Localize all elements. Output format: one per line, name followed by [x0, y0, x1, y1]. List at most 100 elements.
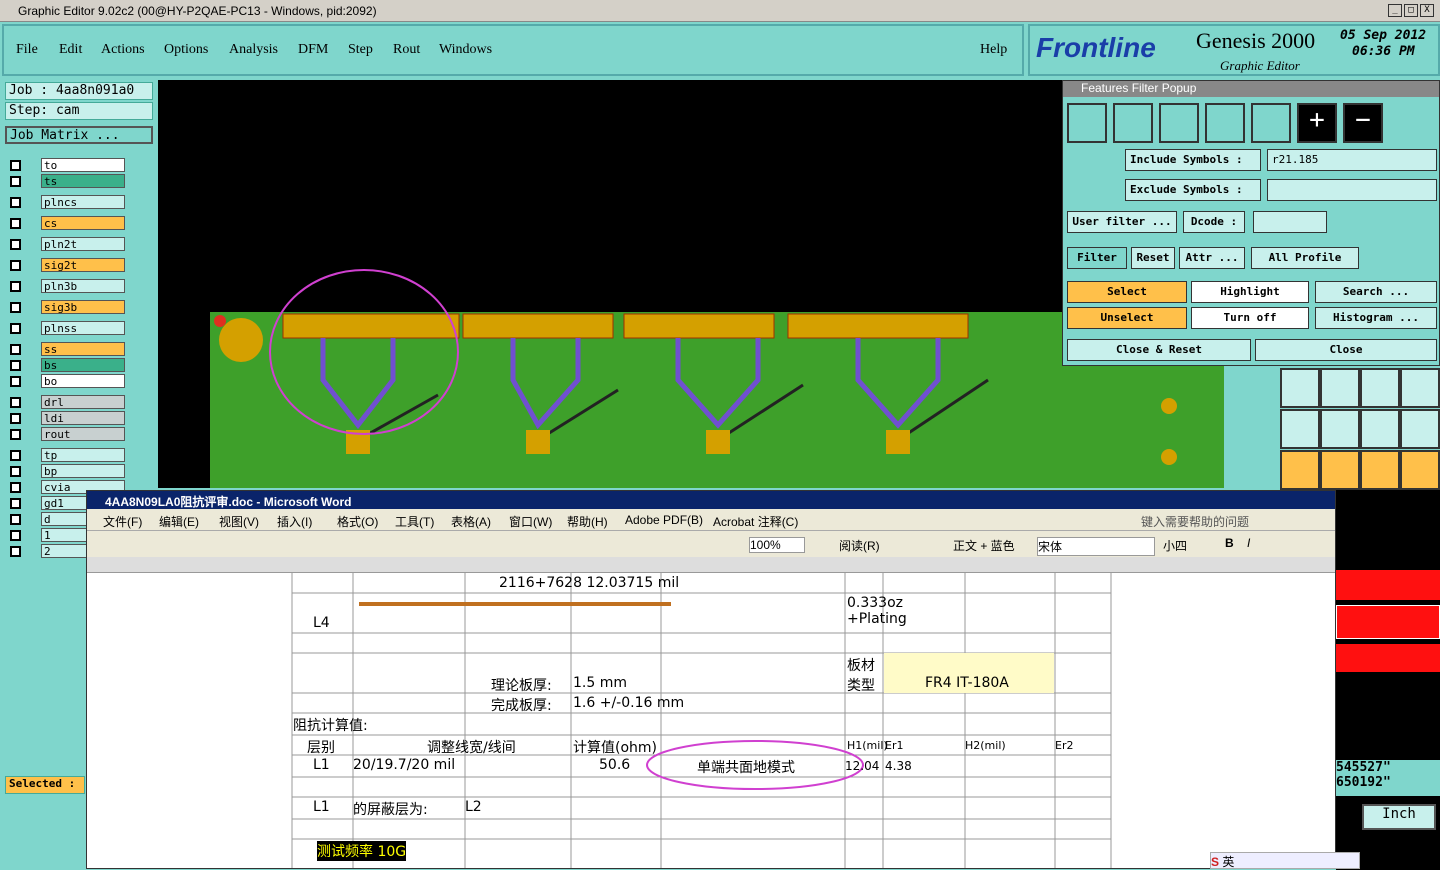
layer-row-tp[interactable]: tp: [8, 448, 128, 463]
menu-rout[interactable]: Rout: [393, 42, 420, 58]
menu-analysis[interactable]: Analysis: [229, 42, 278, 58]
wmenu-insert[interactable]: 插入(I): [277, 513, 312, 530]
layer-checkbox[interactable]: [10, 176, 21, 187]
zoom-select[interactable]: 100%: [749, 537, 805, 553]
layer-row-ss[interactable]: ss: [8, 342, 128, 357]
layer-checkbox[interactable]: [10, 281, 21, 292]
unselect-button[interactable]: Unselect: [1067, 307, 1187, 329]
layer-row-pln3b[interactable]: pln3b: [8, 279, 128, 294]
exclude-symbols-button[interactable]: Exclude Symbols :: [1125, 179, 1261, 201]
menu-options[interactable]: Options: [164, 42, 208, 58]
menu-file[interactable]: File: [16, 42, 38, 58]
wmenu-window[interactable]: 窗口(W): [509, 513, 552, 530]
menu-edit[interactable]: Edit: [59, 42, 82, 58]
layer-row-sig2t[interactable]: sig2t: [8, 258, 128, 273]
surface-icon[interactable]: [1159, 103, 1199, 143]
layer-name[interactable]: ss: [41, 342, 125, 356]
layer-name[interactable]: sig3b: [41, 300, 125, 314]
minus-icon[interactable]: −: [1343, 103, 1383, 143]
user-filter-button[interactable]: User filter ...: [1067, 211, 1177, 233]
wmenu-format[interactable]: 格式(O): [337, 513, 378, 530]
search-button[interactable]: Search ...: [1315, 281, 1437, 303]
layer-row-plncs[interactable]: plncs: [8, 195, 128, 210]
layer-row-bo[interactable]: bo: [8, 374, 128, 389]
layer-checkbox[interactable]: [10, 323, 21, 334]
layer-checkbox[interactable]: [10, 450, 21, 461]
dcode-button[interactable]: Dcode :: [1183, 211, 1245, 233]
menu-step[interactable]: Step: [348, 42, 373, 58]
layer-name[interactable]: pln2t: [41, 237, 125, 251]
plus-icon[interactable]: +: [1297, 103, 1337, 143]
layer-name[interactable]: bp: [41, 464, 125, 478]
layer-checkbox[interactable]: [10, 466, 21, 477]
layer-checkbox[interactable]: [10, 360, 21, 371]
line-icon[interactable]: [1320, 368, 1360, 408]
layer-row-drl[interactable]: drl: [8, 395, 128, 410]
include-symbols-button[interactable]: Include Symbols :: [1125, 149, 1261, 171]
layer-name[interactable]: ldi: [41, 411, 125, 425]
attr-button[interactable]: Attr ...: [1179, 247, 1245, 269]
layer-name[interactable]: ts: [41, 174, 125, 188]
wmenu-tools[interactable]: 工具(T): [395, 513, 434, 530]
select-button[interactable]: Select: [1067, 281, 1187, 303]
layer-checkbox[interactable]: [10, 413, 21, 424]
layer-row-bs[interactable]: bs: [8, 358, 128, 373]
dcode-input[interactable]: [1253, 211, 1327, 233]
pointer-icon[interactable]: [1280, 450, 1320, 490]
size-select[interactable]: 小四: [1163, 537, 1187, 554]
layer-row-plnss[interactable]: plnss: [8, 321, 128, 336]
filter-toggle[interactable]: Filter: [1067, 247, 1127, 269]
pointer-path-icon[interactable]: [1400, 450, 1440, 490]
layer-checkbox[interactable]: [10, 514, 21, 525]
layer-row-pln2t[interactable]: pln2t: [8, 237, 128, 252]
style-select[interactable]: 正文 + 蓝色: [953, 537, 1015, 554]
histogram-button[interactable]: Histogram ...: [1315, 307, 1437, 329]
triangle-b-icon[interactable]: [1400, 409, 1440, 449]
unit-select[interactable]: Inch: [1362, 804, 1436, 830]
close-reset-button[interactable]: Close & Reset: [1067, 339, 1251, 361]
layer-checkbox[interactable]: [10, 197, 21, 208]
bold-icon[interactable]: B: [1225, 536, 1234, 550]
exclude-symbols-input[interactable]: [1267, 179, 1437, 201]
layer-row-cs[interactable]: cs: [8, 216, 128, 231]
wmenu-help[interactable]: 帮助(H): [567, 513, 608, 530]
layer-row-to[interactable]: to: [8, 158, 128, 173]
close-button[interactable]: X: [1420, 4, 1434, 17]
turn-off-button[interactable]: Turn off: [1191, 307, 1309, 329]
snap-icon[interactable]: [1360, 368, 1400, 408]
layer-name[interactable]: to: [41, 158, 125, 172]
layer-name[interactable]: plnss: [41, 321, 125, 335]
close-ffp-button[interactable]: Close: [1255, 339, 1437, 361]
layer-row-sig3b[interactable]: sig3b: [8, 300, 128, 315]
layer-row-bp[interactable]: bp: [8, 464, 128, 479]
layer-row-rout[interactable]: rout: [8, 427, 128, 442]
line-icon[interactable]: [1067, 103, 1107, 143]
layer-checkbox[interactable]: [10, 302, 21, 313]
reset-button[interactable]: Reset: [1131, 247, 1175, 269]
triangle-icon[interactable]: [1280, 409, 1320, 449]
layer-checkbox[interactable]: [10, 344, 21, 355]
triangle-up-icon[interactable]: [1320, 409, 1360, 449]
job-matrix-button[interactable]: Job Matrix ...: [5, 126, 153, 144]
font-select[interactable]: 宋体: [1037, 537, 1155, 556]
all-profile-select[interactable]: All Profile: [1251, 247, 1359, 269]
shape-icon[interactable]: [1400, 368, 1440, 408]
menu-windows[interactable]: Windows: [439, 42, 492, 58]
layer-checkbox[interactable]: [10, 530, 21, 541]
help-search[interactable]: 键入需要帮助的问题: [1141, 513, 1249, 530]
measure-icon[interactable]: [1280, 368, 1320, 408]
layer-checkbox[interactable]: [10, 376, 21, 387]
menu-dfm[interactable]: DFM: [298, 42, 328, 58]
layer-name[interactable]: sig2t: [41, 258, 125, 272]
layer-name[interactable]: tp: [41, 448, 125, 462]
layer-checkbox[interactable]: [10, 160, 21, 171]
document-body[interactable]: 2116+7628 12.03715 mil L4 0.333oz +Plati…: [87, 573, 1335, 868]
menu-actions[interactable]: Actions: [101, 42, 145, 58]
wmenu-view[interactable]: 视图(V): [219, 513, 259, 530]
layer-checkbox[interactable]: [10, 482, 21, 493]
layer-name[interactable]: cs: [41, 216, 125, 230]
triangle-a-icon[interactable]: [1360, 409, 1400, 449]
layer-name[interactable]: pln3b: [41, 279, 125, 293]
wmenu-adobe[interactable]: Adobe PDF(B): [625, 513, 703, 527]
layer-checkbox[interactable]: [10, 429, 21, 440]
